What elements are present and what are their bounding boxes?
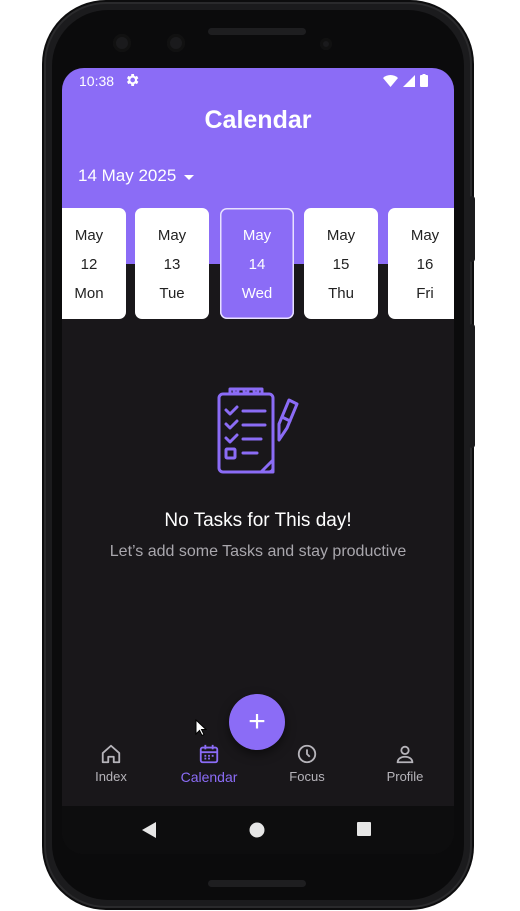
- day-card-13[interactable]: May 13 Tue: [135, 208, 209, 319]
- day-card-16[interactable]: May 16 Fri: [388, 208, 454, 319]
- nav-label: Index: [95, 769, 127, 784]
- nav-item-focus[interactable]: Focus: [258, 743, 356, 801]
- front-camera-right: [167, 34, 185, 52]
- day-month: May: [74, 227, 104, 244]
- empty-state-subtitle: Let’s add some Tasks and stay productive: [109, 543, 407, 560]
- front-camera-left: [113, 34, 131, 52]
- earpiece-speaker: [208, 28, 306, 35]
- day-card-12[interactable]: May 12 Mon: [62, 208, 126, 319]
- caret-down-icon: [184, 174, 195, 180]
- nav-label: Calendar: [180, 769, 238, 785]
- clock-icon: [297, 744, 317, 764]
- back-triangle-icon[interactable]: [142, 822, 156, 838]
- recents-square-icon[interactable]: [357, 822, 371, 836]
- nav-item-profile[interactable]: Profile: [356, 743, 454, 801]
- signal-icon: [403, 74, 415, 87]
- day-weekday: Tue: [159, 285, 185, 302]
- day-number: 15: [332, 256, 350, 273]
- day-month: May: [242, 227, 272, 244]
- day-weekday: Fri: [416, 285, 434, 302]
- nav-label: Profile: [386, 769, 424, 784]
- selected-date-label: 14 May 2025: [78, 166, 177, 185]
- wifi-icon: [383, 74, 398, 87]
- nav-item-calendar[interactable]: Calendar: [160, 743, 258, 801]
- system-nav-bar: [62, 806, 454, 854]
- day-strip[interactable]: May 12 Mon May 13 Tue May 14 Wed May 15 …: [62, 208, 454, 320]
- status-time: 10:38: [79, 73, 115, 89]
- app-screen: 10:38 Calendar 14 May 2025 May 12 Mon Ma…: [62, 68, 454, 854]
- bottom-speaker: [208, 880, 306, 887]
- day-weekday: Wed: [241, 285, 273, 302]
- page-title: Calendar: [204, 106, 312, 134]
- status-bar: 10:38: [62, 68, 454, 94]
- date-dropdown[interactable]: 14 May 2025: [78, 166, 195, 186]
- home-circle-icon[interactable]: [249, 822, 265, 838]
- nav-label: Focus: [289, 769, 325, 784]
- day-card-14-selected[interactable]: May 14 Wed: [220, 208, 294, 319]
- empty-state-title: No Tasks for This day!: [164, 510, 352, 531]
- day-month: May: [326, 227, 356, 244]
- battery-icon: [420, 74, 428, 87]
- status-icons: [383, 74, 428, 87]
- clipboard-checklist-icon: [217, 387, 299, 474]
- proximity-sensor: [320, 38, 332, 50]
- home-icon: [101, 744, 121, 764]
- day-number: 13: [163, 256, 181, 273]
- day-card-15[interactable]: May 15 Thu: [304, 208, 378, 319]
- calendar-icon: [199, 744, 219, 764]
- day-number: 14: [248, 256, 266, 273]
- person-icon: [396, 745, 414, 764]
- day-weekday: Mon: [74, 285, 104, 302]
- nav-item-index[interactable]: Index: [62, 743, 160, 801]
- day-weekday: Thu: [328, 285, 354, 302]
- volume-button: [469, 324, 475, 448]
- day-number: 12: [80, 256, 98, 273]
- bottom-nav: Index Calendar Focus Profile: [62, 733, 454, 805]
- day-month: May: [157, 227, 187, 244]
- day-month: May: [410, 227, 440, 244]
- day-number: 16: [416, 256, 434, 273]
- power-button: [469, 196, 475, 262]
- gear-icon: [127, 74, 139, 86]
